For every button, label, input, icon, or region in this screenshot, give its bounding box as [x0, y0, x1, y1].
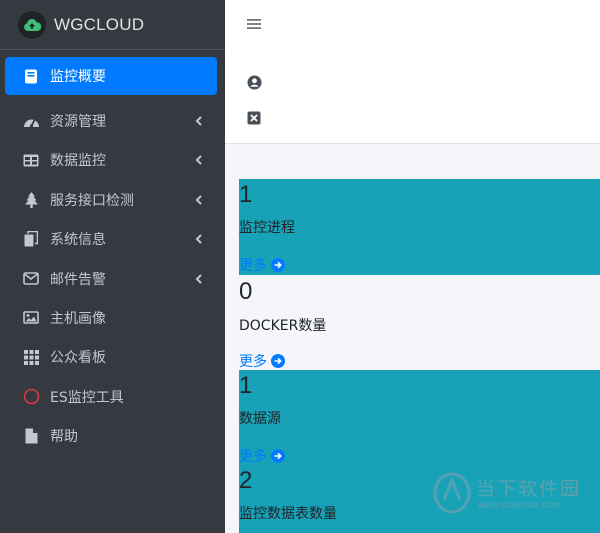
copy-icon [22, 230, 40, 248]
more-link-text: 更多 [239, 258, 267, 274]
sidebar-item-help[interactable]: 帮助 [5, 417, 217, 455]
sidebar-item-public-board[interactable]: 公众看板 [5, 338, 217, 376]
info-box-docker: 0 DOCKER数量 更多 [239, 275, 600, 371]
sidebar-item-label: 邮件告警 [50, 271, 106, 288]
info-box-label: 监控进程 [239, 220, 295, 236]
info-box-label: DOCKER数量 [239, 318, 327, 334]
arrow-circle-right-icon [271, 449, 285, 463]
chevron-left-icon [193, 234, 203, 244]
arrow-circle-right-icon [271, 354, 285, 368]
info-box-label: 数据源 [239, 411, 281, 427]
sidebar-item-host-profile[interactable]: 主机画像 [5, 299, 217, 337]
sidebar-item-label: 公众看板 [50, 350, 106, 367]
close-box-icon[interactable] [246, 110, 262, 126]
chevron-left-icon [193, 155, 203, 166]
sidebar-item-service-check[interactable]: 服务接口检测 [5, 181, 217, 219]
sidebar-item-data-monitor[interactable]: 数据监控 [5, 141, 217, 179]
cloud-upload-icon [18, 10, 46, 39]
file-icon [22, 427, 40, 445]
info-box-datasources: 1 数据源 更多 [239, 370, 600, 465]
image-icon [22, 309, 40, 327]
more-link[interactable]: 更多 [239, 446, 285, 466]
brand-link[interactable]: WGCLOUD [0, 0, 225, 50]
chevron-left-icon [193, 273, 203, 284]
table-icon [22, 151, 40, 169]
arrow-circle-right-icon [271, 258, 285, 272]
sidebar-item-label: 帮助 [50, 429, 78, 446]
info-box-count: 0 [239, 278, 253, 305]
sidebar-item-overview[interactable]: 监控概要 [5, 57, 217, 95]
chevron-left-icon [193, 195, 203, 205]
watermark-text: 当下软件园 [476, 478, 582, 500]
sidebar-item-mail-alert[interactable]: 邮件告警 [5, 260, 217, 298]
more-link-text: 更多 [239, 354, 267, 370]
grid-icon [22, 348, 40, 366]
more-link[interactable]: 更多 [239, 351, 285, 371]
watermark-logo-icon [433, 472, 471, 514]
more-link-text: 更多 [239, 449, 267, 465]
info-box-count: 1 [239, 372, 253, 399]
envelope-icon [22, 270, 40, 288]
dashboard-icon [22, 112, 40, 130]
sidebar-item-label: ES监控工具 [50, 389, 124, 406]
info-box-processes: 1 监控进程 更多 [239, 179, 600, 275]
sidebar-item-label: 资源管理 [50, 114, 106, 130]
sidebar-item-label: 系统信息 [50, 232, 106, 249]
watermark-url: www.downxia.com [478, 500, 561, 511]
sidebar-item-label: 数据监控 [50, 153, 106, 170]
book-icon [22, 67, 40, 85]
info-box-label: 监控数据表数量 [239, 506, 337, 522]
watermark: 当下软件园 www.downxia.com [432, 470, 592, 525]
menu-icon[interactable] [246, 16, 262, 32]
brand-name: WGCLOUD [54, 14, 145, 34]
sidebar-item-system-info[interactable]: 系统信息 [5, 220, 217, 258]
user-circle-icon[interactable] [246, 74, 262, 90]
more-link[interactable]: 更多 [239, 255, 285, 275]
circle-icon [22, 388, 40, 406]
sidebar-item-label: 服务接口检测 [50, 192, 134, 209]
chevron-left-icon [193, 116, 203, 126]
info-box-count: 1 [239, 181, 253, 208]
sidebar-item-label: 主机画像 [50, 310, 106, 327]
sidebar-item-label: 监控概要 [50, 69, 106, 85]
top-navbar [225, 0, 600, 144]
sidebar-nav: 监控概要 资源管理 数据监控 服务接口检测 系统信息 邮件告警 主机画像 公众看… [0, 50, 225, 455]
sidebar-item-resources[interactable]: 资源管理 [5, 102, 217, 140]
sidebar: WGCLOUD 监控概要 资源管理 数据监控 服务接口检测 系统信息 邮件告警 … [0, 0, 225, 533]
sidebar-item-es-tool[interactable]: ES监控工具 [5, 378, 217, 416]
info-box-count: 2 [239, 467, 253, 494]
tree-icon [22, 191, 40, 209]
